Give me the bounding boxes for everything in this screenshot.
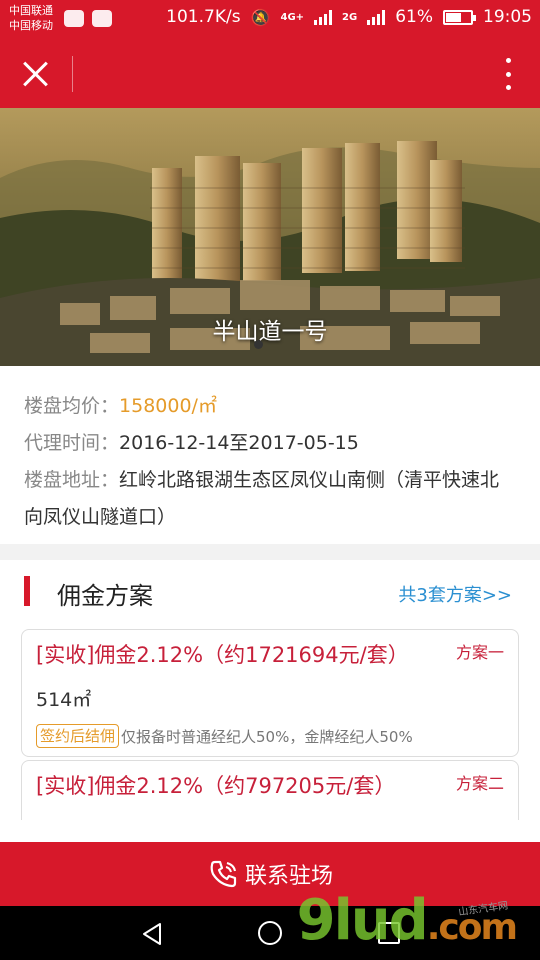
phone-icon — [210, 860, 237, 888]
carrier-2: 中国移动 — [9, 19, 53, 32]
plan-title: [实收]佣金2.12%（约1721694元/套） — [36, 643, 409, 667]
carrier-1: 中国联通 — [9, 4, 53, 17]
clock: 19:05 — [483, 7, 532, 27]
period-row: 代理时间： 2016-12-14至2017-05-15 — [24, 425, 516, 462]
title-bar — [0, 38, 540, 108]
plan-footnote: 签约后结佣 仅报备时普通经纪人50%，金牌经纪人50% — [36, 724, 413, 748]
carousel-indicator[interactable] — [254, 340, 263, 349]
settlement-badge: 签约后结佣 — [36, 724, 120, 748]
carrier-info: 中国联通 中国移动 — [9, 3, 53, 33]
signal-icon — [314, 9, 333, 25]
plan-title: [实收]佣金2.12%（约797205元/套） — [36, 774, 396, 798]
mute-icon: 🔕 — [250, 7, 271, 27]
more-vertical-icon[interactable] — [504, 58, 512, 90]
price-row: 楼盘均价： 158000/㎡ — [24, 388, 516, 425]
commission-header: 佣金方案 共3套方案>> — [0, 560, 540, 620]
all-plans-link[interactable]: 共3套方案>> — [398, 581, 512, 607]
close-icon[interactable] — [22, 60, 50, 88]
status-bar: 中国联通 中国移动 101.7K/s 🔕 4G+ 2G 61% 19:05 — [0, 0, 540, 38]
commission-title: 佣金方案 — [57, 582, 153, 610]
net-speed: 101.7K/s — [166, 7, 241, 27]
property-info: 楼盘均价： 158000/㎡ 代理时间： 2016-12-14至2017-05-… — [0, 366, 540, 544]
plan-card[interactable]: [实收]佣金2.12%（约797205元/套） 方案二 — [21, 760, 519, 820]
home-icon[interactable] — [258, 921, 282, 945]
plan-area: 514㎡ — [36, 689, 92, 711]
contact-label: 联系驻场 — [244, 864, 333, 889]
address-label: 楼盘地址： — [24, 469, 120, 491]
hero-title: 半山道一号 — [212, 319, 328, 345]
net-2g-label: 2G — [342, 11, 358, 23]
status-indicators: 101.7K/s 🔕 4G+ 2G 61% 19:05 — [166, 7, 532, 27]
address-row: 楼盘地址：红岭北路银湖生态区凤仪山南侧（清平快速北向凤仪山隧道口） — [24, 462, 516, 536]
watermark-brand: 9lud — [296, 888, 429, 953]
plan-tag: 方案二 — [455, 774, 504, 793]
battery-fill — [446, 12, 461, 22]
price-label: 楼盘均价： — [24, 395, 120, 417]
back-icon[interactable] — [140, 922, 164, 946]
plan-tag: 方案一 — [455, 643, 504, 662]
signal-2-icon — [367, 9, 386, 25]
period-value: 2016-12-14至2017-05-15 — [119, 432, 359, 454]
app-notification-icon — [64, 10, 84, 27]
price-value: 158000/㎡ — [119, 395, 217, 417]
plan-card[interactable]: [实收]佣金2.12%（约1721694元/套） 方案一 514㎡ 签约后结佣 … — [21, 629, 519, 757]
section-accent-bar — [24, 576, 30, 606]
net-4g-label: 4G+ — [280, 11, 305, 23]
site-watermark: 9lud.com — [296, 888, 518, 953]
image-notification-icon — [92, 10, 112, 27]
battery-icon — [443, 9, 476, 25]
plan-note: 仅报备时普通经纪人50%，金牌经纪人50% — [121, 727, 413, 746]
titlebar-divider — [72, 56, 73, 92]
commission-section: 佣金方案 共3套方案>> [实收]佣金2.12%（约1721694元/套） 方案… — [0, 560, 540, 842]
battery-percent: 61% — [395, 7, 433, 27]
period-label: 代理时间： — [24, 432, 120, 454]
